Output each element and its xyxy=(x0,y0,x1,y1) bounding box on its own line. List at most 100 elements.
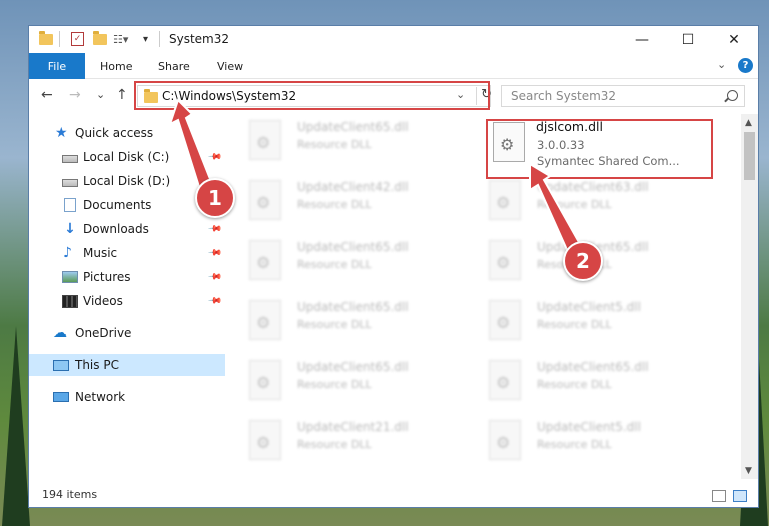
file-name: UpdateClient65.dll xyxy=(297,360,409,374)
tab-file[interactable]: File xyxy=(29,53,85,79)
file-name: UpdateClient5.dll xyxy=(537,300,641,314)
sidebar-item-this-pc[interactable]: This PC xyxy=(29,354,225,376)
dll-file-icon xyxy=(249,120,281,160)
downloads-icon: ↓ xyxy=(64,221,76,237)
address-highlight-box xyxy=(134,81,490,110)
disk-icon xyxy=(62,154,78,163)
search-box[interactable]: Search System32 xyxy=(501,85,745,107)
dll-file-icon xyxy=(489,420,521,460)
disk-icon xyxy=(62,178,78,187)
file-name: UpdateClient65.dll xyxy=(297,300,409,314)
dll-file-icon xyxy=(249,180,281,220)
recent-locations-button[interactable]: ⌄ xyxy=(96,88,105,101)
expand-ribbon-chevron-icon[interactable]: ⌄ xyxy=(717,58,726,71)
scroll-down-icon[interactable]: ▼ xyxy=(745,466,752,476)
tab-view[interactable]: View xyxy=(217,53,243,79)
list-item[interactable]: UpdateClient21.dll Resource DLL xyxy=(229,414,449,470)
list-item[interactable]: UpdateClient65.dll Resource DLL xyxy=(229,234,449,290)
sidebar-item-label: This PC xyxy=(75,358,119,372)
scroll-thumb[interactable] xyxy=(744,132,755,180)
title-bar: ✓ ☷▾ ▾ System32 — ☐ ✕ xyxy=(29,26,758,53)
list-item[interactable]: UpdateClient65.dll Resource DLL xyxy=(229,294,449,350)
view-options-icon[interactable]: ☷▾ xyxy=(113,31,128,47)
sidebar-item-label: Local Disk (D:) xyxy=(83,174,171,188)
file-name: UpdateClient63.dll xyxy=(537,180,649,194)
search-icon[interactable] xyxy=(727,90,738,101)
item-count: 194 items xyxy=(42,488,98,501)
sidebar-item-network[interactable]: Network xyxy=(29,386,225,408)
sidebar-item-pictures[interactable]: Pictures 📌 xyxy=(29,266,225,288)
file-type: Resource DLL xyxy=(297,378,372,391)
file-name: UpdateClient65.dll xyxy=(297,240,409,254)
help-icon[interactable]: ? xyxy=(738,58,753,73)
sidebar-item-label: Downloads xyxy=(83,222,149,236)
file-type: Resource DLL xyxy=(537,318,612,331)
list-item[interactable]: UpdateClient65.dll Resource DLL xyxy=(229,354,449,410)
file-type: Resource DLL xyxy=(297,138,372,151)
maximize-button[interactable]: ☐ xyxy=(665,26,711,53)
close-button[interactable]: ✕ xyxy=(711,26,757,53)
list-item[interactable]: UpdateClient5.dll Resource DLL xyxy=(469,414,689,470)
sidebar-item-local-disk-c[interactable]: Local Disk (C:) 📌 xyxy=(29,146,225,168)
list-item[interactable]: UpdateClient65.dll Resource DLL xyxy=(229,114,449,170)
separator xyxy=(59,31,60,47)
search-placeholder: Search System32 xyxy=(511,89,617,103)
sidebar-item-quick-access[interactable]: ★ Quick access xyxy=(29,122,225,144)
dll-file-icon xyxy=(489,300,521,340)
sidebar-item-label: Local Disk (C:) xyxy=(83,150,170,164)
file-name: UpdateClient5.dll xyxy=(537,420,641,434)
new-folder-icon[interactable] xyxy=(93,30,107,47)
list-item[interactable]: UpdateClient63.dll Resource DLL xyxy=(469,174,689,230)
sidebar-item-downloads[interactable]: ↓ Downloads 📌 xyxy=(29,218,225,240)
file-name: UpdateClient65.dll xyxy=(537,360,649,374)
tiles-view-icon[interactable] xyxy=(733,490,747,502)
details-view-icon[interactable] xyxy=(712,490,726,502)
pc-icon xyxy=(53,359,69,371)
sidebar-item-videos[interactable]: Videos 📌 xyxy=(29,290,225,312)
properties-icon[interactable]: ✓ xyxy=(71,31,84,47)
sidebar-item-label: Videos xyxy=(83,294,123,308)
minimize-button[interactable]: — xyxy=(619,26,665,53)
pin-icon: 📌 xyxy=(207,221,223,237)
pin-icon: 📌 xyxy=(207,245,223,261)
forward-button[interactable]: → xyxy=(69,87,81,103)
customize-toolbar-icon[interactable]: ▾ xyxy=(143,31,148,47)
back-button[interactable]: ← xyxy=(41,87,53,103)
dll-file-icon xyxy=(489,180,521,220)
tree xyxy=(2,326,30,526)
dll-file-icon xyxy=(249,300,281,340)
folder-icon xyxy=(39,30,53,47)
tab-home[interactable]: Home xyxy=(100,53,132,79)
sidebar-item-label: Quick access xyxy=(75,126,154,140)
list-item[interactable]: UpdateClient42.dll Resource DLL xyxy=(229,174,449,230)
sidebar-item-onedrive[interactable]: ☁ OneDrive xyxy=(29,322,225,344)
tab-share[interactable]: Share xyxy=(158,53,190,79)
up-button[interactable]: ↑ xyxy=(116,87,128,103)
file-type: Resource DLL xyxy=(537,198,612,211)
documents-icon xyxy=(64,198,76,212)
list-item[interactable]: UpdateClient65.dll Resource DLL xyxy=(469,354,689,410)
cloud-icon: ☁ xyxy=(53,325,67,341)
list-item[interactable]: UpdateClient5.dll Resource DLL xyxy=(469,294,689,350)
vertical-scrollbar[interactable]: ▲ ▼ xyxy=(741,114,758,479)
star-icon: ★ xyxy=(55,125,68,141)
file-type: Resource DLL xyxy=(297,198,372,211)
file-name: UpdateClient21.dll xyxy=(297,420,409,434)
file-highlight-box xyxy=(486,119,713,179)
scroll-up-icon[interactable]: ▲ xyxy=(745,118,752,128)
navigation-pane: ★ Quick access Local Disk (C:) 📌 Local D… xyxy=(29,119,225,479)
file-type: Resource DLL xyxy=(537,378,612,391)
pin-icon: 📌 xyxy=(207,269,223,285)
sidebar-item-local-disk-d[interactable]: Local Disk (D:) xyxy=(29,170,225,192)
dll-file-icon xyxy=(489,360,521,400)
sidebar-item-label: Documents xyxy=(83,198,152,212)
sidebar-item-music[interactable]: ♪ Music 📌 xyxy=(29,242,225,264)
sidebar-item-label: OneDrive xyxy=(75,326,132,340)
file-type: Resource DLL xyxy=(297,318,372,331)
file-type: Resource DLL xyxy=(297,438,372,451)
dll-file-icon xyxy=(249,420,281,460)
separator xyxy=(159,31,160,47)
pin-icon: 📌 xyxy=(207,293,223,309)
dll-file-icon xyxy=(249,240,281,280)
file-name: UpdateClient42.dll xyxy=(297,180,409,194)
